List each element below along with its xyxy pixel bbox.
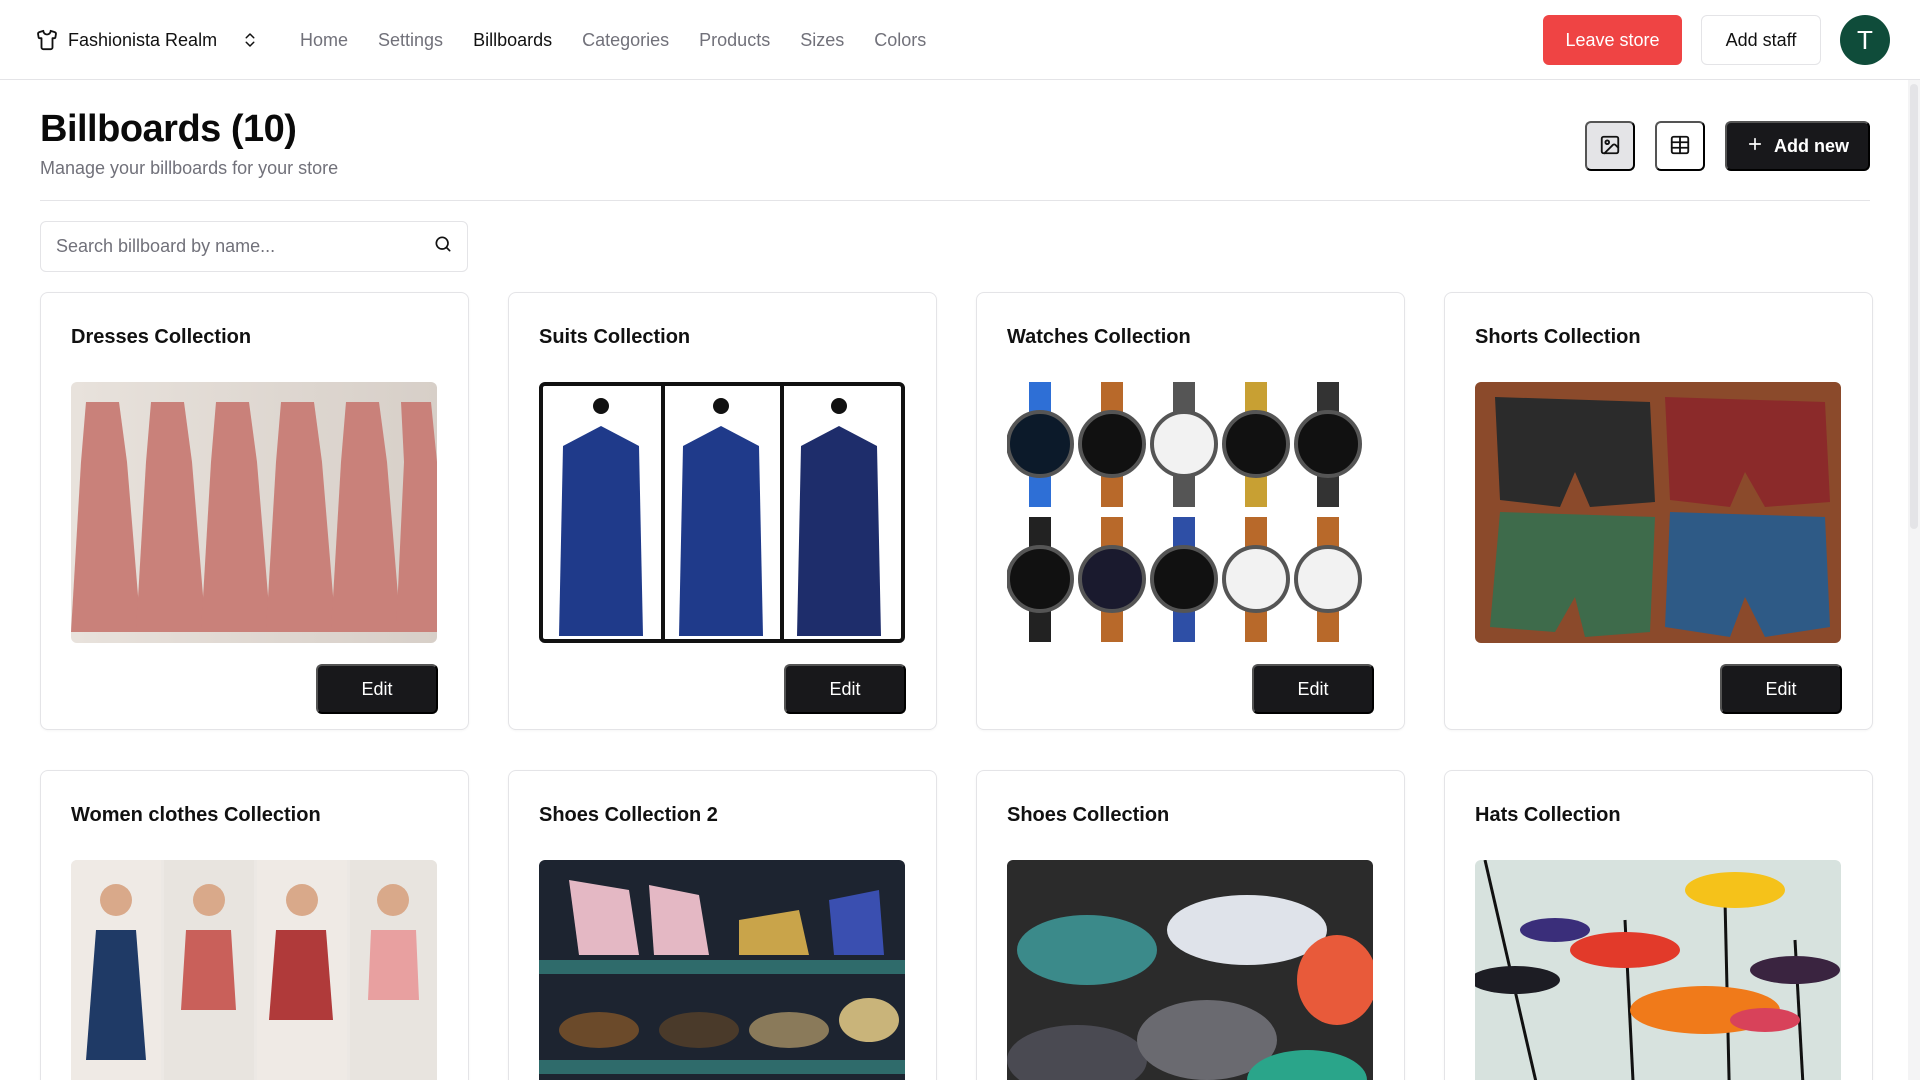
divider: [40, 200, 1870, 201]
table-icon: [1669, 134, 1691, 159]
billboard-card: Shoes Collection: [976, 770, 1405, 1080]
billboard-title: Suits Collection: [539, 326, 691, 348]
billboard-image: [71, 860, 437, 1080]
billboard-title: Shoes Collection 2: [539, 804, 718, 826]
billboard-card: Shorts Collection Edit: [1444, 292, 1873, 730]
billboard-title: Hats Collection: [1475, 804, 1621, 826]
nav-settings[interactable]: Settings: [378, 30, 443, 51]
billboard-card: Women clothes Collection: [40, 770, 469, 1080]
nav-colors[interactable]: Colors: [874, 30, 926, 51]
billboard-title: Shoes Collection: [1007, 804, 1170, 826]
billboard-image: [1475, 860, 1841, 1080]
page-title: Billboards (10): [40, 108, 297, 150]
plus-icon: [1746, 135, 1764, 158]
chevrons-up-down-icon: [241, 31, 259, 49]
billboard-image: [539, 860, 905, 1080]
billboard-card: Suits Collection Edit: [508, 292, 937, 730]
billboard-title: Shorts Collection: [1475, 326, 1641, 348]
billboard-image: [539, 382, 905, 643]
shirt-icon: [36, 29, 58, 51]
store-name: Fashionista Realm: [68, 29, 218, 50]
billboard-card: Hats Collection: [1444, 770, 1873, 1080]
leave-store-button[interactable]: Leave store: [1543, 15, 1682, 65]
nav-categories[interactable]: Categories: [582, 30, 669, 51]
billboard-image: [1007, 382, 1373, 643]
edit-button[interactable]: Edit: [784, 664, 906, 714]
page-description: Manage your billboards for your store: [40, 158, 339, 178]
add-new-label: Add new: [1774, 135, 1849, 156]
edit-button[interactable]: Edit: [1252, 664, 1374, 714]
edit-button[interactable]: Edit: [316, 664, 438, 714]
billboard-title: Watches Collection: [1007, 326, 1191, 348]
billboard-card: Dresses Collection Edit: [40, 292, 469, 730]
edit-button[interactable]: Edit: [1720, 664, 1842, 714]
store-switcher[interactable]: Fashionista Realm: [32, 22, 263, 58]
search-input[interactable]: [56, 236, 433, 257]
nav-sizes[interactable]: Sizes: [800, 30, 844, 51]
nav-products[interactable]: Products: [699, 30, 770, 51]
add-new-button[interactable]: Add new: [1725, 121, 1870, 171]
grid-view-button[interactable]: [1585, 121, 1635, 171]
top-navbar: Fashionista Realm Home Settings Billboar…: [0, 0, 1920, 80]
billboard-title: Dresses Collection: [71, 326, 252, 348]
main-nav: Home Settings Billboards Categories Prod…: [300, 22, 926, 58]
nav-home[interactable]: Home: [300, 30, 348, 51]
scrollbar-thumb[interactable]: [1910, 84, 1918, 529]
billboard-card: Watches Collection Edit: [976, 292, 1405, 730]
table-view-button[interactable]: [1655, 121, 1705, 171]
billboard-image: [1475, 382, 1841, 643]
user-avatar[interactable]: T: [1840, 15, 1890, 65]
billboard-card: Shoes Collection 2: [508, 770, 937, 1080]
add-staff-button[interactable]: Add staff: [1701, 15, 1821, 65]
nav-billboards[interactable]: Billboards: [473, 30, 552, 51]
image-icon: [1599, 134, 1621, 159]
billboard-image: [71, 382, 437, 643]
billboard-title: Women clothes Collection: [71, 804, 321, 826]
search-icon[interactable]: [433, 234, 453, 259]
search-box: [40, 221, 468, 272]
billboard-image: [1007, 860, 1373, 1080]
